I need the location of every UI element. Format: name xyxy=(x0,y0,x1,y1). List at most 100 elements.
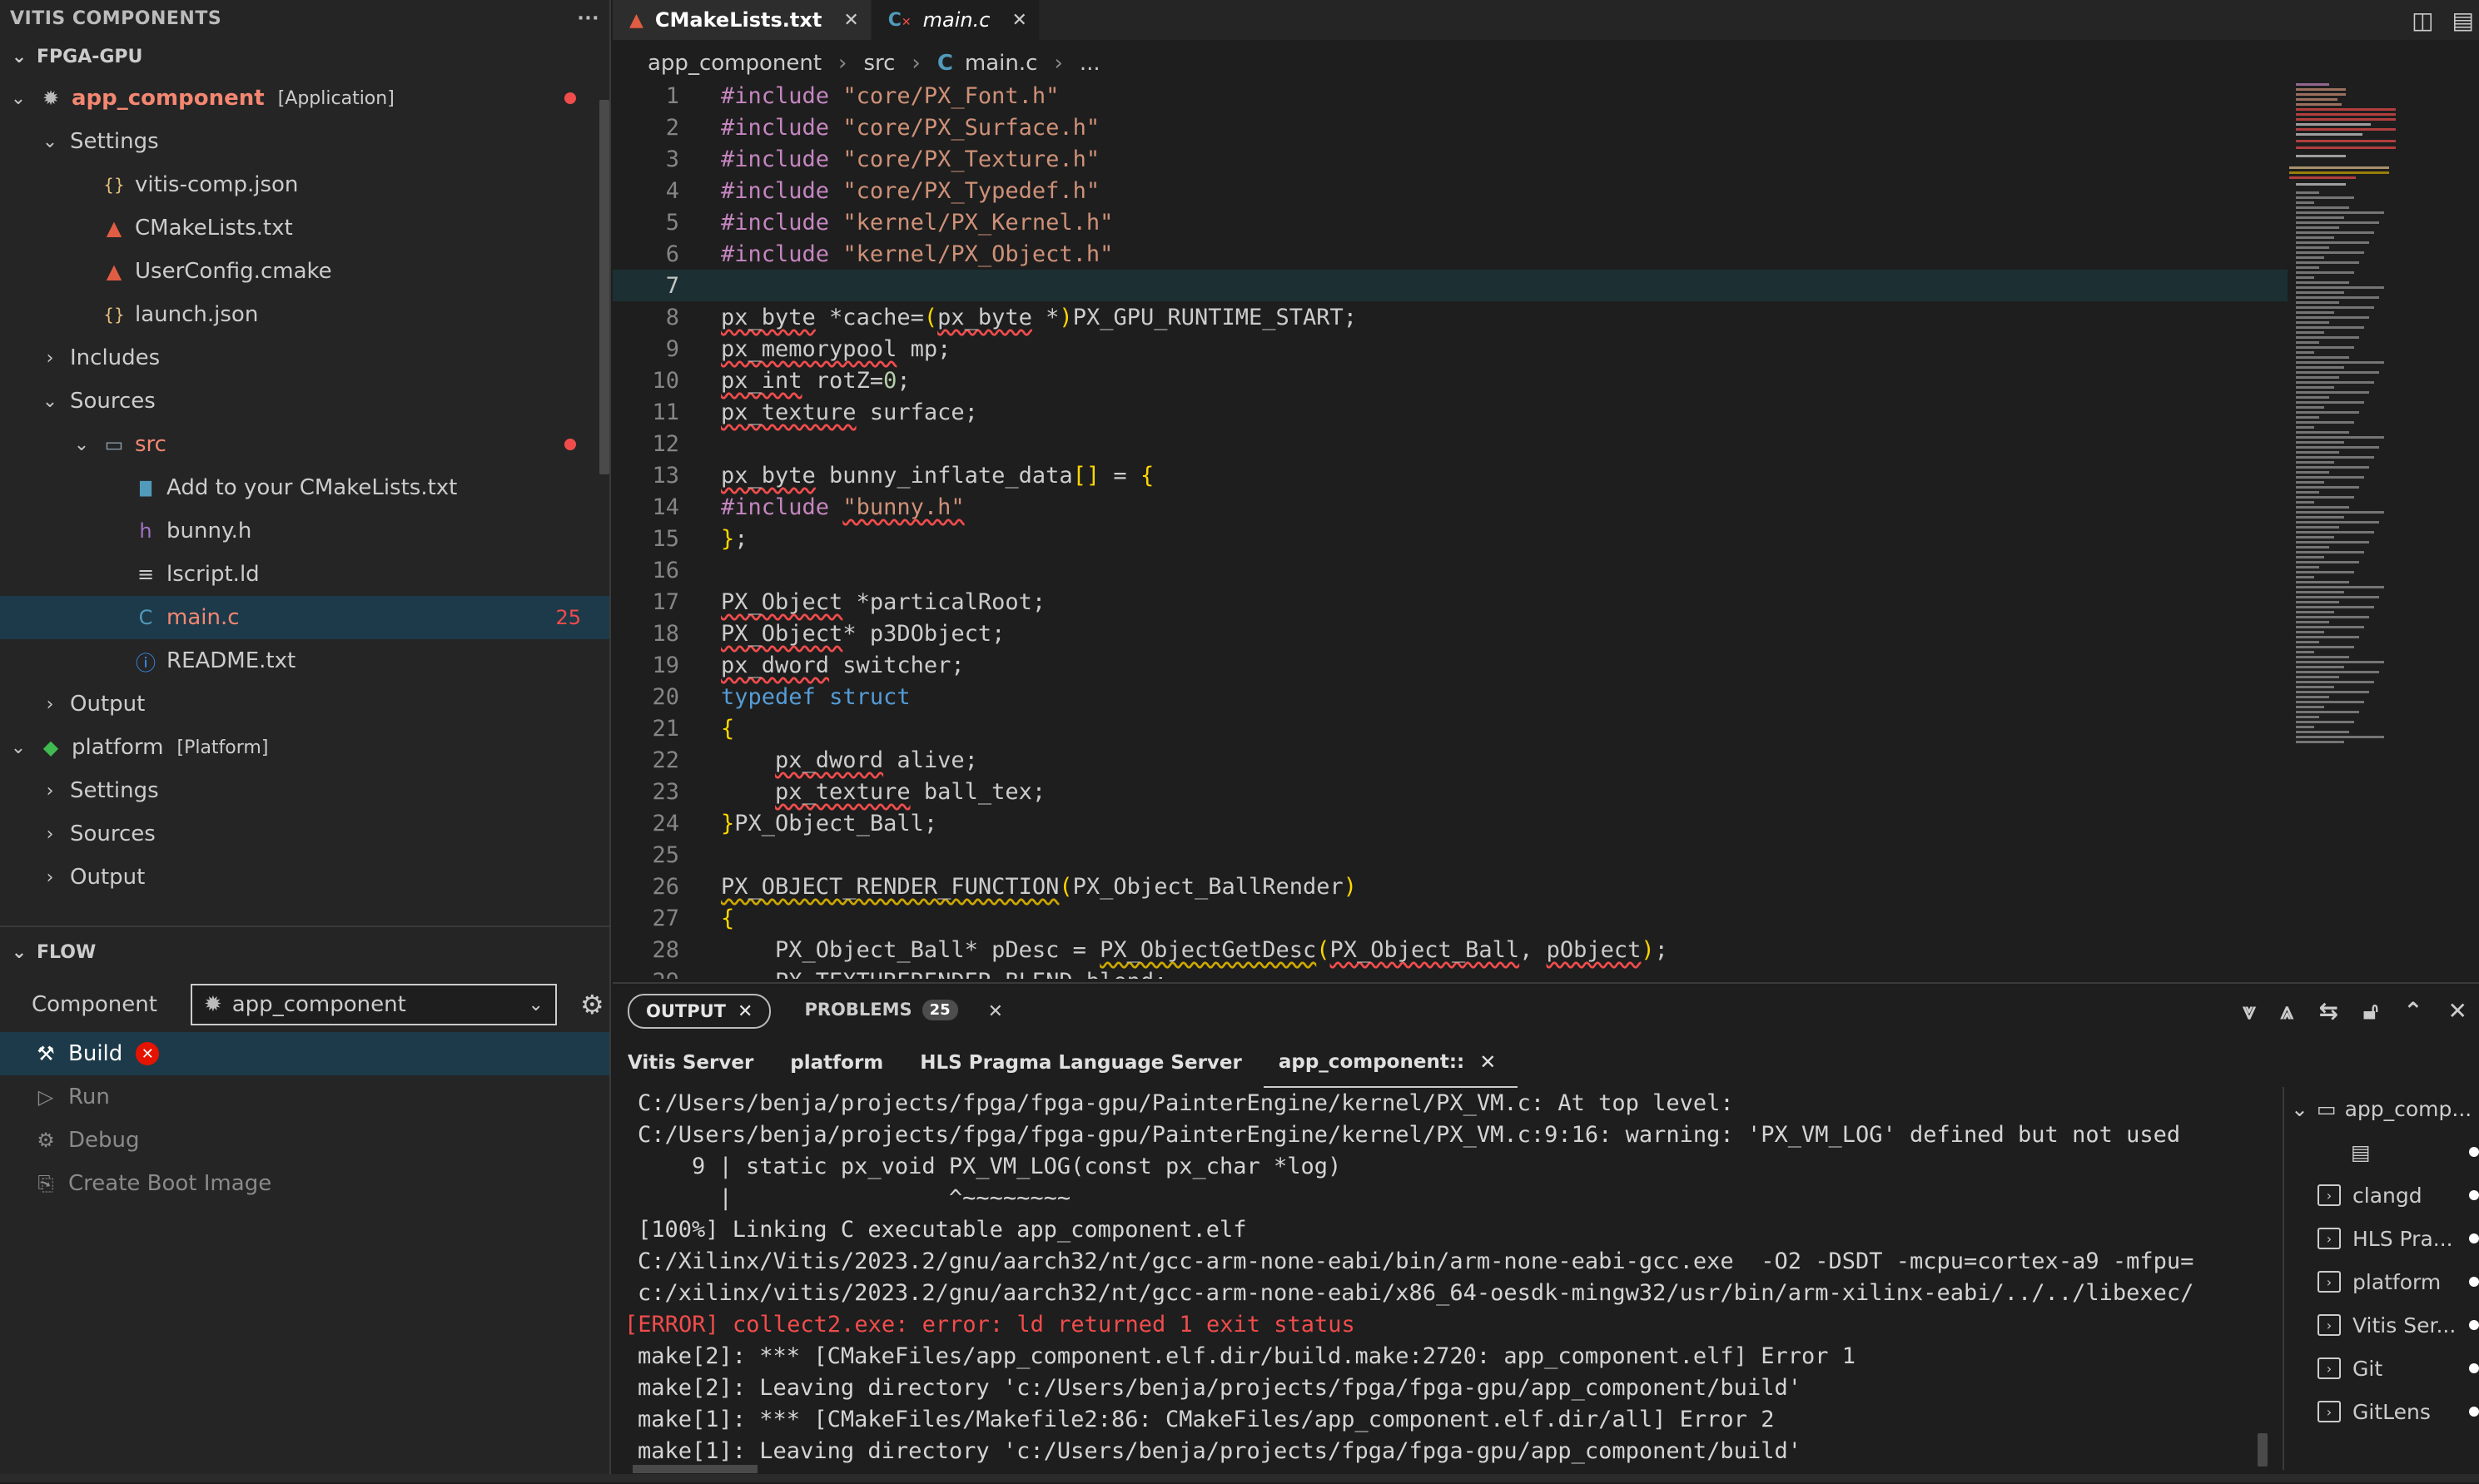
code-line[interactable]: 26 PX_OBJECT_RENDER_FUNCTION(PX_Object_Ba… xyxy=(613,871,2288,902)
close-panel-icon[interactable]: ✕ xyxy=(2448,997,2467,1025)
close-icon[interactable]: ✕ xyxy=(738,1001,753,1022)
code-line[interactable]: 17 PX_Object *particalRoot; xyxy=(613,586,2288,618)
flow-item-build[interactable]: ⚒ Build ✕ xyxy=(0,1032,609,1075)
terminal-list-item[interactable]: › GitLens xyxy=(2284,1390,2479,1433)
code-line[interactable]: 1 #include "core/PX_Font.h" xyxy=(613,80,2288,112)
output-channel-tab[interactable]: platform xyxy=(775,1039,905,1087)
tree-item[interactable]: ⓘ README.txt xyxy=(0,639,609,682)
tree-item[interactable]: {} launch.json xyxy=(0,293,609,336)
tree-item[interactable]: › Sources xyxy=(0,812,609,856)
breadcrumb-item[interactable]: ... xyxy=(1080,51,1100,76)
terminal-list-item[interactable]: › Git xyxy=(2284,1347,2479,1390)
terminal-list-item[interactable]: ▤ xyxy=(2284,1130,2479,1174)
code-line[interactable]: 24}PX_Object_Ball; xyxy=(613,807,2288,839)
terminal-list-item[interactable]: ⌄ ▭ app_comp... xyxy=(2284,1087,2479,1130)
output-log[interactable]: C:/Users/benja/projects/fpga/fpga-gpu/Pa… xyxy=(613,1087,2278,1470)
output-channel-tab[interactable]: HLS Pragma Language Server xyxy=(905,1039,1264,1087)
tree-item[interactable]: ▲ UserConfig.cmake xyxy=(0,250,609,293)
terminal-icon: › xyxy=(2318,1314,2341,1336)
close-icon[interactable]: ✕ xyxy=(988,1001,1003,1022)
workspace-section[interactable]: ⌄ FPGA-GPU xyxy=(0,37,609,77)
tree-item[interactable]: ⌄ ✹ app_component [Application] xyxy=(0,77,609,120)
tree-item[interactable]: ▇ Add to your CMakeLists.txt xyxy=(0,466,609,509)
expand-all-icon[interactable]: ⩓ xyxy=(2281,997,2294,1025)
terminal-list-item[interactable]: › Vitis Ser... xyxy=(2284,1303,2479,1347)
code-line[interactable]: 11 px_texture surface; xyxy=(613,396,2288,428)
toggle-word-wrap-icon[interactable]: ⇆ xyxy=(2318,997,2337,1025)
code-line[interactable]: 28 PX_Object_Ball* pDesc = PX_ObjectGetD… xyxy=(613,934,2288,965)
code-line[interactable]: 3 #include "core/PX_Texture.h" xyxy=(613,143,2288,175)
code-line[interactable]: 27 { xyxy=(613,902,2288,934)
close-icon[interactable]: ✕ xyxy=(1011,10,1026,31)
code-line[interactable]: 6 #include "kernel/PX_Object.h" xyxy=(613,238,2288,270)
flow-item-create-boot-image[interactable]: ⎘ Create Boot Image xyxy=(0,1162,609,1205)
tree-item[interactable]: ▲ CMakeLists.txt xyxy=(0,206,609,250)
code-editor[interactable]: 1 #include "core/PX_Font.h" 2 #include "cor… xyxy=(613,80,2288,979)
tree-item[interactable]: ⌄ ▭ src xyxy=(0,423,609,466)
output-hscrollbar[interactable] xyxy=(633,1465,758,1473)
minimap[interactable] xyxy=(2288,80,2479,979)
breadcrumb-item[interactable]: src xyxy=(863,51,895,76)
more-actions-icon[interactable]: ··· xyxy=(577,8,599,29)
collapse-all-icon[interactable]: ⩔ xyxy=(2243,997,2256,1025)
code-line[interactable]: 25 xyxy=(613,839,2288,871)
tree-item[interactable]: › Output xyxy=(0,682,609,726)
code-line[interactable]: 12 xyxy=(613,428,2288,459)
code-line[interactable]: 10 px_int rotZ=0; xyxy=(613,365,2288,396)
terminal-list-item[interactable]: › HLS Pra... xyxy=(2284,1217,2479,1260)
output-channel-tab[interactable]: app_component:: ✕ xyxy=(1263,1038,1518,1088)
sidebar-scrollbar[interactable] xyxy=(599,100,609,474)
tree-item[interactable]: › Settings xyxy=(0,769,609,812)
output-channel-tab[interactable]: Vitis Server xyxy=(613,1039,775,1087)
code-line[interactable]: 13 px_byte bunny_inflate_data[] = { xyxy=(613,459,2288,491)
code-line[interactable]: 14 #include "bunny.h" xyxy=(613,491,2288,523)
terminal-list-item[interactable]: › clangd xyxy=(2284,1174,2479,1217)
editor-tab[interactable]: C✕ main.c ✕ xyxy=(871,0,1040,40)
code-line[interactable]: 2 #include "core/PX_Surface.h" xyxy=(613,112,2288,143)
editor-tab[interactable]: ▲ CMakeLists.txt ✕ xyxy=(613,0,872,40)
tree-item[interactable]: {} vitis-comp.json xyxy=(0,163,609,206)
tree-item[interactable]: h bunny.h xyxy=(0,509,609,553)
tree-item[interactable]: ⌄ ◆ platform [Platform] xyxy=(0,726,609,769)
minimap-line xyxy=(2296,336,2359,339)
tree-item[interactable]: ⌄ Settings xyxy=(0,120,609,163)
output-scrollbar[interactable] xyxy=(2258,1433,2268,1467)
code-line[interactable]: 23 px_texture ball_tex; xyxy=(613,776,2288,807)
gear-icon[interactable]: ⚙ xyxy=(580,989,604,1020)
component-select[interactable]: ✹ app_component ⌄ xyxy=(190,984,557,1025)
panel-tab-output[interactable]: OUTPUT ✕ xyxy=(628,994,772,1029)
code-line[interactable]: 20 typedef struct xyxy=(613,681,2288,712)
code-line[interactable]: 18 PX_Object* p3DObject; xyxy=(613,618,2288,649)
close-icon[interactable]: ✕ xyxy=(1479,1050,1496,1074)
panel-tab-problems[interactable]: PROBLEMS 25 xyxy=(787,994,974,1025)
tree-item[interactable]: ⌄ Sources xyxy=(0,380,609,423)
code-line[interactable]: 16 xyxy=(613,554,2288,586)
output-line: make[1]: Leaving directory 'c:/Users/ben… xyxy=(638,1437,1801,1464)
breadcrumb-item[interactable]: app_component xyxy=(648,51,822,76)
code-line[interactable]: 29 PX_TEXTURERENDER_BLEND blend; xyxy=(613,965,2288,980)
breadcrumb-item[interactable]: main.c xyxy=(965,51,1038,76)
code-line[interactable]: 15}; xyxy=(613,523,2288,554)
code-line[interactable]: 19 px_dword switcher; xyxy=(613,649,2288,681)
code-line[interactable]: 7 xyxy=(613,270,2288,301)
flow-item-run[interactable]: ▷ Run xyxy=(0,1075,609,1119)
code-line[interactable]: 21 { xyxy=(613,712,2288,744)
code-line[interactable]: 22 px_dword alive; xyxy=(613,744,2288,776)
tree-item[interactable]: › Output xyxy=(0,856,609,899)
flow-item-debug[interactable]: ⚙ Debug xyxy=(0,1119,609,1162)
tree-item[interactable]: › Includes xyxy=(0,336,609,380)
code-line[interactable]: 8 px_byte *cache=(px_byte *)PX_GPU_RUNTIM… xyxy=(613,301,2288,333)
code-line[interactable]: 4 #include "core/PX_Typedef.h" xyxy=(613,175,2288,206)
close-icon[interactable]: ✕ xyxy=(843,10,858,31)
toggle-layout-icon[interactable]: ▤ xyxy=(2452,7,2474,34)
minimap-line xyxy=(2296,491,2319,494)
maximize-panel-icon[interactable]: ⌃ xyxy=(2403,997,2422,1025)
terminal-list-item[interactable]: › platform xyxy=(2284,1260,2479,1303)
tree-item[interactable]: Cmain.c 25 xyxy=(0,596,609,639)
tree-item[interactable]: ≡ lscript.ld xyxy=(0,553,609,596)
lock-icon[interactable]: 🔓︎ xyxy=(2363,997,2378,1025)
code-line[interactable]: 9 px_memorypool mp; xyxy=(613,333,2288,365)
split-editor-icon[interactable]: ◫ xyxy=(2412,7,2433,34)
code-line[interactable]: 5 #include "kernel/PX_Kernel.h" xyxy=(613,206,2288,238)
flow-title-row[interactable]: ⌄ FLOW xyxy=(0,927,609,977)
